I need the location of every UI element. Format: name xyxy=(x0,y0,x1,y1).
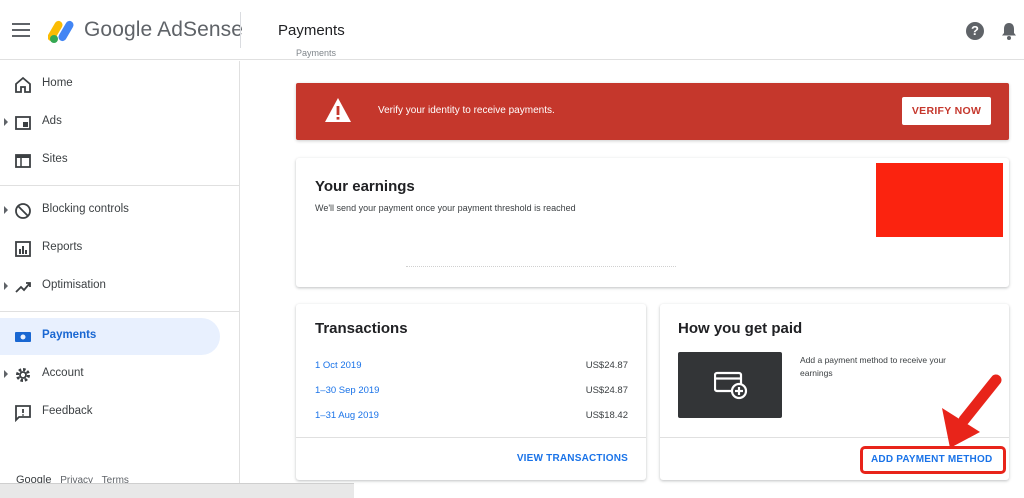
alert-message: Verify your identity to receive payments… xyxy=(378,105,555,116)
expand-caret-icon[interactable] xyxy=(4,206,8,214)
transaction-amount: US$24.87 xyxy=(585,385,628,396)
sidebar-item-blocking-controls[interactable]: Blocking controls xyxy=(0,192,220,229)
feedback-icon xyxy=(15,405,31,422)
earnings-title: Your earnings xyxy=(315,178,415,195)
sidebar-item-home[interactable]: Home xyxy=(0,66,220,103)
breadcrumb: Payments xyxy=(296,48,337,58)
sidebar-divider xyxy=(0,311,239,312)
sidebar-item-reports[interactable]: Reports xyxy=(0,230,220,267)
expand-caret-icon[interactable] xyxy=(4,118,8,126)
verify-identity-alert: Verify your identity to receive payments… xyxy=(296,83,1009,140)
block-icon xyxy=(15,203,31,219)
sidebar-item-label: Feedback xyxy=(42,405,93,417)
faint-separator xyxy=(406,266,676,268)
header-divider xyxy=(240,12,241,48)
redaction-box xyxy=(876,163,1003,237)
add-payment-method-link[interactable]: ADD PAYMENT METHOD xyxy=(871,454,992,465)
table-row: 1 Oct 2019 US$24.87 xyxy=(315,360,628,376)
sidebar-item-feedback[interactable]: Feedback xyxy=(0,394,220,431)
reports-icon xyxy=(15,241,31,257)
payment-method-tile[interactable] xyxy=(678,352,782,418)
gear-icon xyxy=(16,368,30,382)
sidebar-item-label: Payments xyxy=(42,329,97,341)
annotation-arrow-icon xyxy=(942,374,1002,448)
sidebar-item-payments[interactable]: Payments xyxy=(0,318,220,355)
earnings-subtitle: We'll send your payment once your paymen… xyxy=(315,203,576,213)
payments-icon xyxy=(15,332,31,342)
expand-caret-icon[interactable] xyxy=(4,282,8,290)
sidebar-item-account[interactable]: Account xyxy=(0,356,220,393)
browser-status-bar xyxy=(0,483,354,498)
expand-caret-icon[interactable] xyxy=(4,370,8,378)
sidebar-item-label: Blocking controls xyxy=(42,203,129,215)
home-icon xyxy=(15,76,31,93)
verify-now-button[interactable]: VERIFY NOW xyxy=(902,97,991,125)
earnings-card: Your earnings We'll send your payment on… xyxy=(296,158,1009,287)
annotation-highlight-box: ADD PAYMENT METHOD xyxy=(860,446,1006,474)
sidebar-item-label: Account xyxy=(42,367,84,379)
sites-icon xyxy=(15,154,31,168)
warning-icon xyxy=(325,98,351,122)
sidebar-item-label: Reports xyxy=(42,241,83,253)
transactions-card: Transactions 1 Oct 2019 US$24.87 1–30 Se… xyxy=(296,304,646,480)
hamburger-menu-icon[interactable] xyxy=(12,20,34,40)
sidebar-item-label: Sites xyxy=(42,153,68,165)
help-icon[interactable]: ? xyxy=(966,22,984,40)
ads-icon xyxy=(15,116,31,130)
sidebar-item-optimisation[interactable]: Optimisation xyxy=(0,268,220,305)
sidebar-item-ads[interactable]: Ads xyxy=(0,104,220,141)
view-transactions-link[interactable]: VIEW TRANSACTIONS xyxy=(517,453,628,464)
app-header: Google AdSense Payments ? xyxy=(0,0,1024,60)
sidebar-item-label: Optimisation xyxy=(42,279,106,291)
card-divider xyxy=(296,437,646,438)
trending-up-icon xyxy=(15,282,31,293)
sidebar-divider xyxy=(0,185,239,186)
transaction-date-link[interactable]: 1–30 Sep 2019 xyxy=(315,385,379,396)
sidebar-item-label: Home xyxy=(42,77,73,89)
sidebar: Home Ads Sites Blocking controls Reports… xyxy=(0,61,240,498)
transactions-title: Transactions xyxy=(315,320,408,337)
table-row: 1–30 Sep 2019 US$24.87 xyxy=(315,385,628,401)
page-title: Payments xyxy=(278,22,345,39)
table-row: 1–31 Aug 2019 US$18.42 xyxy=(315,410,628,426)
get-paid-title: How you get paid xyxy=(678,320,803,337)
adsense-logo-icon xyxy=(48,20,74,43)
transaction-date-link[interactable]: 1–31 Aug 2019 xyxy=(315,410,379,421)
brand-name: Google AdSense xyxy=(84,18,244,41)
sidebar-item-label: Ads xyxy=(42,115,62,127)
transaction-amount: US$24.87 xyxy=(585,360,628,371)
transaction-date-link[interactable]: 1 Oct 2019 xyxy=(315,360,361,371)
transaction-amount: US$18.42 xyxy=(585,410,628,421)
bell-icon[interactable] xyxy=(1001,22,1017,40)
sidebar-item-sites[interactable]: Sites xyxy=(0,142,220,179)
add-card-icon xyxy=(714,371,748,400)
